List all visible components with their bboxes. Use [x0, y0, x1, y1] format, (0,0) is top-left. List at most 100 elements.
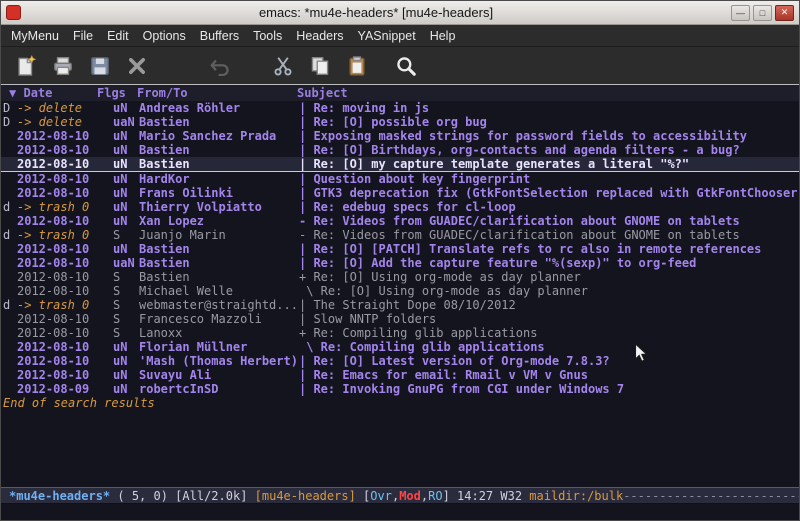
message-subject: - Re: Videos from GUADEC/clarification a…	[299, 228, 799, 242]
message-date: 2012-08-10	[17, 354, 113, 368]
message-row[interactable]: 2012-08-10uNBastien| Re: [O] my capture …	[1, 157, 799, 172]
message-row[interactable]: 2012-08-10uNFrans Oilinki| GTK3 deprecat…	[1, 186, 799, 200]
message-flags: uN	[113, 186, 139, 200]
message-row[interactable]: 2012-08-10SFrancesco Mazzoli| Slow NNTP …	[1, 312, 799, 326]
message-mark-target: -> trash 0	[17, 228, 113, 242]
minimize-button[interactable]: —	[731, 5, 750, 21]
message-from: Bastien	[139, 143, 299, 157]
menu-mymenu[interactable]: MyMenu	[4, 29, 66, 43]
message-mark: d	[3, 200, 17, 214]
column-header-subject[interactable]: Subject	[297, 86, 799, 100]
message-from: Juanjo Marin	[139, 228, 299, 242]
mode-line-segment: 14:27 W32	[457, 489, 529, 503]
mode-line-segment: ]	[443, 489, 457, 503]
message-date: 2012-08-10	[17, 326, 113, 340]
message-mark-target: -> delete	[17, 115, 113, 129]
menu-options[interactable]: Options	[136, 29, 193, 43]
message-row[interactable]: d-> trash 0uNThierry Volpiatto| Re: edeb…	[1, 200, 799, 214]
menu-help[interactable]: Help	[423, 29, 463, 43]
message-from: Bastien	[139, 270, 299, 284]
message-date: 2012-08-09	[17, 382, 113, 396]
echo-area[interactable]	[1, 504, 799, 520]
message-mark: d	[3, 228, 17, 242]
message-row[interactable]: 2012-08-10uNXan Lopez- Re: Videos from G…	[1, 214, 799, 228]
message-row[interactable]: d-> trash 0Swebmaster@straightd...| The …	[1, 298, 799, 312]
message-row[interactable]: 2012-08-10SBastien+ Re: [O] Using org-mo…	[1, 270, 799, 284]
emacs-window: emacs: *mu4e-headers* [mu4e-headers] —□✕…	[0, 0, 800, 521]
message-mark	[3, 312, 17, 326]
message-from: Francesco Mazzoli	[139, 312, 299, 326]
message-date: 2012-08-10	[17, 172, 113, 186]
message-row[interactable]: 2012-08-10SMichael Welle \ Re: [O] Using…	[1, 284, 799, 298]
search-icon[interactable]	[393, 53, 419, 79]
message-from: Thierry Volpiatto	[139, 200, 299, 214]
message-row[interactable]: d-> trash 0SJuanjo Marin- Re: Videos fro…	[1, 228, 799, 242]
message-row[interactable]: 2012-08-10uaNBastien| Re: [O] Add the ca…	[1, 256, 799, 270]
column-header-date[interactable]: ▼ Date	[9, 86, 97, 100]
message-row[interactable]: 2012-08-10uNSuvayu Ali| Re: Emacs for em…	[1, 368, 799, 382]
copy-icon[interactable]	[307, 53, 333, 79]
message-subject: | Re: Invoking GnuPG from CGI under Wind…	[299, 382, 799, 396]
message-subject: \ Re: Compiling glib applications	[299, 340, 799, 354]
message-from: 'Mash (Thomas Herbert)	[139, 354, 299, 368]
message-date: 2012-08-10	[17, 312, 113, 326]
message-row[interactable]: D-> deleteuNAndreas Röhler| Re: moving i…	[1, 101, 799, 115]
menu-tools[interactable]: Tools	[246, 29, 289, 43]
message-row[interactable]: 2012-08-10uNFlorian Müllner \ Re: Compil…	[1, 340, 799, 354]
message-from: webmaster@straightd...	[139, 298, 299, 312]
message-from: Xan Lopez	[139, 214, 299, 228]
save-icon[interactable]	[87, 53, 113, 79]
message-date: 2012-08-10	[17, 129, 113, 143]
message-mark	[3, 270, 17, 284]
emacs-app-icon	[6, 5, 21, 20]
title-bar[interactable]: emacs: *mu4e-headers* [mu4e-headers] —□✕	[1, 1, 799, 25]
message-row[interactable]: 2012-08-09uNrobertcInSD| Re: Invoking Gn…	[1, 382, 799, 396]
message-mark	[3, 354, 17, 368]
message-flags: uN	[113, 368, 139, 382]
message-date: 2012-08-10	[17, 157, 113, 171]
close-icon[interactable]	[124, 53, 150, 79]
maximize-button[interactable]: □	[753, 5, 772, 21]
message-subject: | Re: [O] my capture template generates …	[299, 157, 799, 171]
message-row[interactable]: 2012-08-10uNBastien| Re: [O] Birthdays, …	[1, 143, 799, 157]
sort-descending-icon: ▼	[9, 86, 16, 100]
message-flags: S	[113, 312, 139, 326]
mode-line-segment: [	[356, 489, 370, 503]
menu-buffers[interactable]: Buffers	[193, 29, 246, 43]
menu-yasnippet[interactable]: YASnippet	[351, 29, 423, 43]
menu-headers[interactable]: Headers	[289, 29, 350, 43]
message-date: 2012-08-10	[17, 214, 113, 228]
undo-icon[interactable]	[207, 53, 233, 79]
message-flags: S	[113, 284, 139, 298]
header-line: ▼ Date Flgs From/To Subject	[1, 85, 799, 101]
close-button[interactable]: ✕	[775, 5, 794, 21]
message-flags: uN	[113, 214, 139, 228]
message-from: Lanoxx	[139, 326, 299, 340]
message-row[interactable]: 2012-08-10uN'Mash (Thomas Herbert)| Re: …	[1, 354, 799, 368]
message-row[interactable]: 2012-08-10uNHardKor| Question about key …	[1, 172, 799, 186]
menu-bar: MyMenuFileEditOptionsBuffersToolsHeaders…	[1, 25, 799, 47]
mode-line-segment: *mu4e-headers*	[9, 489, 110, 503]
message-subject: \ Re: [O] Using org-mode as day planner	[299, 284, 799, 298]
print-icon[interactable]	[50, 53, 76, 79]
message-from: Florian Müllner	[139, 340, 299, 354]
paste-icon[interactable]	[344, 53, 370, 79]
message-mark	[3, 143, 17, 157]
menu-file[interactable]: File	[66, 29, 100, 43]
message-from: Bastien	[139, 242, 299, 256]
message-row[interactable]: D-> deleteuaNBastien| Re: [O] possible o…	[1, 115, 799, 129]
message-subject: | Re: [O] [PATCH] Translate refs to rc a…	[299, 242, 799, 256]
menu-edit[interactable]: Edit	[100, 29, 136, 43]
message-row[interactable]: 2012-08-10uNBastien| Re: [O] [PATCH] Tra…	[1, 242, 799, 256]
new-file-icon[interactable]	[13, 53, 39, 79]
cut-icon[interactable]	[270, 53, 296, 79]
column-header-flags[interactable]: Flgs	[97, 86, 137, 100]
message-list: D-> deleteuNAndreas Röhler| Re: moving i…	[1, 101, 799, 396]
message-flags: uN	[113, 242, 139, 256]
message-row[interactable]: 2012-08-10uNMario Sanchez Prada| Exposin…	[1, 129, 799, 143]
message-flags: uN	[113, 172, 139, 186]
message-row[interactable]: 2012-08-10SLanoxx+ Re: Compiling glib ap…	[1, 326, 799, 340]
column-header-from[interactable]: From/To	[137, 86, 297, 100]
message-subject: | Re: Emacs for email: Rmail v VM v Gnus	[299, 368, 799, 382]
message-subject: | Re: [O] possible org bug	[299, 115, 799, 129]
